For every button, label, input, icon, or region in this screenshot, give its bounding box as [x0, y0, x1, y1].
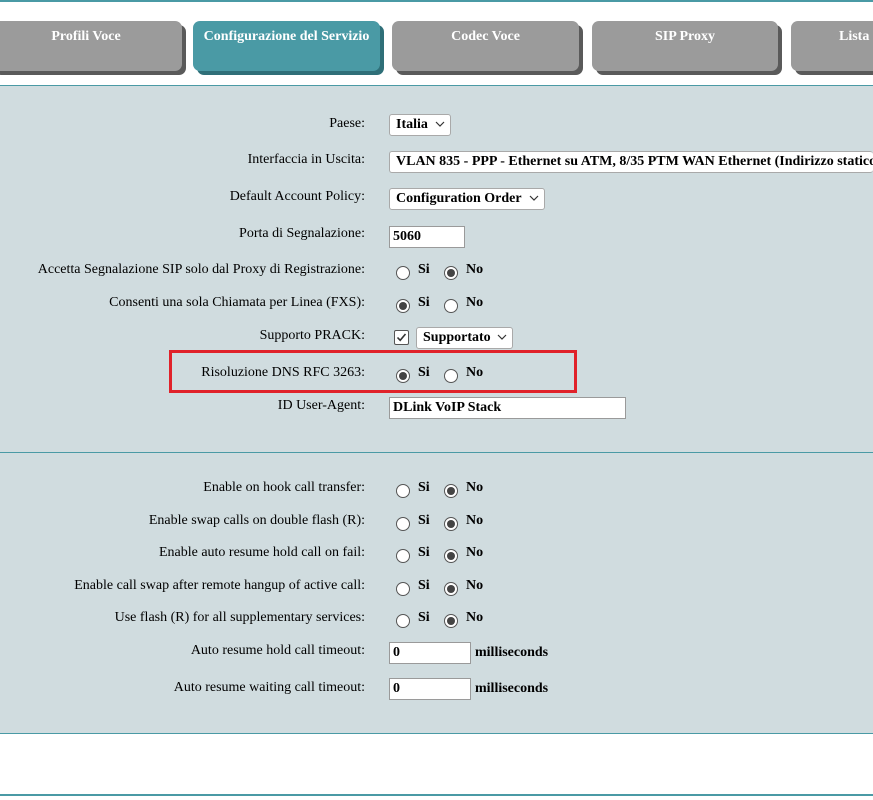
swap-flash-si-radio[interactable] — [396, 517, 410, 531]
chevron-down-icon — [497, 334, 507, 340]
porta-input[interactable]: 5060 — [389, 226, 465, 248]
accetta-sip-no-radio[interactable] — [444, 266, 458, 280]
tab-profili-voce[interactable]: Profili Voce — [0, 21, 182, 71]
chevron-down-icon — [435, 121, 445, 127]
call-swap-no-label: No — [466, 578, 484, 593]
call-swap-si-label: Si — [418, 578, 430, 593]
section-divider — [0, 452, 873, 453]
user-agent-input[interactable]: DLink VoIP Stack — [389, 397, 626, 419]
swap-flash-no-radio[interactable] — [444, 517, 458, 531]
auto-resume-no-radio[interactable] — [444, 549, 458, 563]
hold-timeout-label: Auto resume hold call timeout: — [190, 643, 365, 658]
waiting-timeout-unit: milliseconds — [475, 681, 549, 696]
account-policy-select[interactable]: Configuration Order — [389, 188, 545, 210]
account-policy-value: Configuration Order — [396, 191, 522, 206]
tab-lista[interactable]: Lista — [791, 21, 873, 71]
sola-chiamata-label: Consenti una sola Chiamata per Linea (FX… — [109, 295, 365, 310]
sola-chiamata-no-label: No — [466, 295, 484, 310]
accetta-sip-si-label: Si — [418, 262, 430, 277]
auto-resume-si-label: Si — [418, 545, 430, 560]
waiting-timeout-label: Auto resume waiting call timeout: — [173, 680, 365, 695]
prack-select[interactable]: Supportato — [416, 327, 513, 349]
hold-timeout-unit: milliseconds — [475, 645, 549, 660]
flash-all-no-label: No — [466, 610, 484, 625]
auto-resume-no-label: No — [466, 545, 484, 560]
paese-select[interactable]: Italia — [389, 114, 451, 136]
prack-label: Supporto PRACK: — [259, 328, 365, 343]
flash-all-si-radio[interactable] — [396, 614, 410, 628]
tab-codec-voce[interactable]: Codec Voce — [392, 21, 579, 71]
hook-transfer-label: Enable on hook call transfer: — [203, 480, 365, 495]
flash-all-no-radio[interactable] — [444, 614, 458, 628]
flash-all-label: Use flash (R) for all supplementary serv… — [114, 610, 365, 625]
call-swap-no-radio[interactable] — [444, 582, 458, 596]
swap-flash-label: Enable swap calls on double flash (R): — [148, 513, 365, 528]
call-swap-label: Enable call swap after remote hangup of … — [74, 578, 365, 593]
hook-transfer-no-radio[interactable] — [444, 484, 458, 498]
auto-resume-label: Enable auto resume hold call on fail: — [158, 545, 365, 560]
paese-label: Paese: — [329, 116, 365, 131]
checkmark-icon — [396, 333, 407, 342]
prack-value: Supportato — [423, 330, 491, 345]
bottom-border — [0, 794, 873, 796]
hook-transfer-no-label: No — [466, 480, 484, 495]
interfaccia-select[interactable]: VLAN 835 - PPP - Ethernet su ATM, 8/35 P… — [389, 151, 873, 173]
tab-sip-proxy[interactable]: SIP Proxy — [592, 21, 778, 71]
accetta-sip-label: Accetta Segnalazione SIP solo dal Proxy … — [37, 262, 365, 277]
account-policy-label: Default Account Policy: — [229, 189, 365, 204]
hook-transfer-si-radio[interactable] — [396, 484, 410, 498]
chevron-down-icon — [529, 195, 539, 201]
top-border — [0, 0, 873, 2]
highlight-box — [169, 350, 577, 393]
hook-transfer-si-label: Si — [418, 480, 430, 495]
interfaccia-value: VLAN 835 - PPP - Ethernet su ATM, 8/35 P… — [396, 154, 873, 169]
sola-chiamata-si-label: Si — [418, 295, 430, 310]
waiting-timeout-input[interactable]: 0 — [389, 678, 471, 700]
porta-label: Porta di Segnalazione: — [239, 226, 365, 241]
interfaccia-label: Interfaccia in Uscita: — [247, 152, 365, 167]
paese-value: Italia — [396, 117, 428, 132]
prack-checkbox[interactable] — [394, 330, 409, 345]
call-swap-si-radio[interactable] — [396, 582, 410, 596]
swap-flash-no-label: No — [466, 513, 484, 528]
sola-chiamata-si-radio[interactable] — [396, 299, 410, 313]
sola-chiamata-no-radio[interactable] — [444, 299, 458, 313]
accetta-sip-si-radio[interactable] — [396, 266, 410, 280]
accetta-sip-no-label: No — [466, 262, 484, 277]
user-agent-label: ID User-Agent: — [277, 398, 365, 413]
flash-all-si-label: Si — [418, 610, 430, 625]
swap-flash-si-label: Si — [418, 513, 430, 528]
tab-configurazione-servizio[interactable]: Configurazione del Servizio — [193, 21, 380, 71]
hold-timeout-input[interactable]: 0 — [389, 642, 471, 664]
auto-resume-si-radio[interactable] — [396, 549, 410, 563]
